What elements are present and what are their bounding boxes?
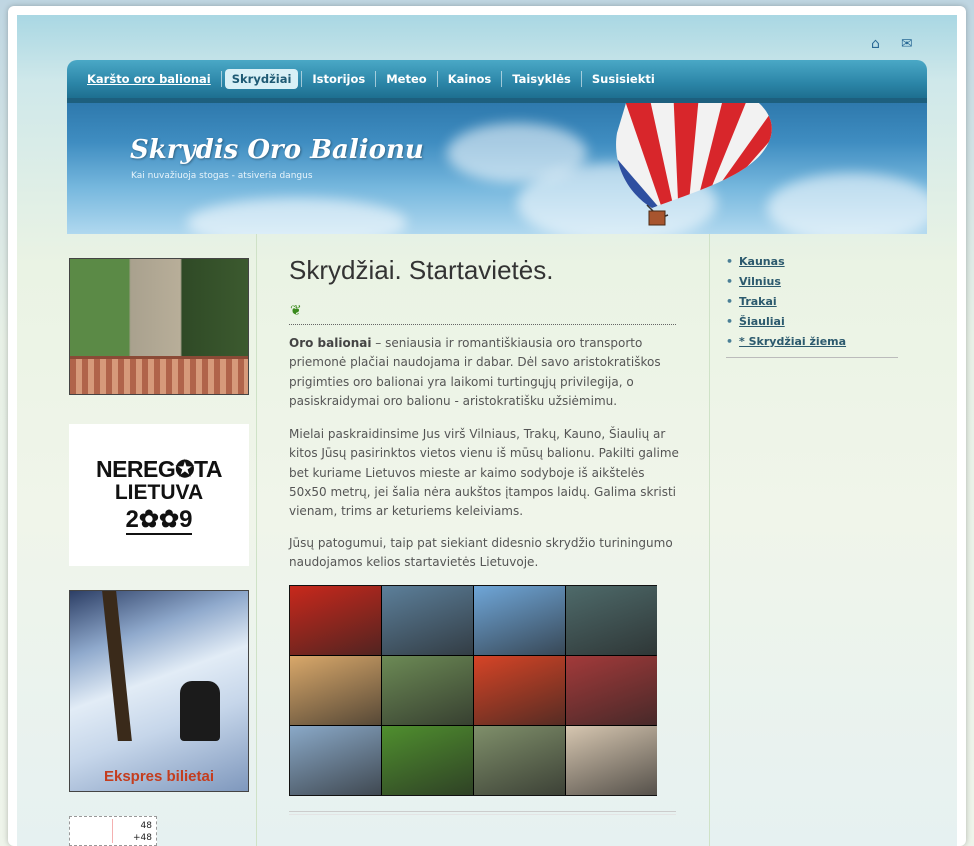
photo-gallery xyxy=(289,585,657,796)
ad-caption: Ekspres bilietai xyxy=(103,768,215,785)
nav-separator xyxy=(220,71,222,87)
gallery-photo[interactable] xyxy=(566,586,657,655)
location-link-label[interactable]: Šiauliai xyxy=(739,315,785,328)
location-link-siauliai[interactable]: Šiauliai xyxy=(726,312,846,332)
top-icons: ⌂ ✉ xyxy=(871,37,917,51)
counter-line-2: +48 xyxy=(133,833,152,843)
location-link-label[interactable]: * Skrydžiai žiema xyxy=(739,335,846,348)
flights-paragraph: Mielai paskraidinsime Jus virš Vilniaus,… xyxy=(289,427,679,519)
gallery-photo[interactable] xyxy=(382,656,473,725)
gallery-photo[interactable] xyxy=(474,656,565,725)
rope xyxy=(102,591,132,741)
page-title: Skrydžiai. Startavietės. xyxy=(289,255,554,285)
home-icon[interactable]: ⌂ xyxy=(871,37,887,51)
left-column-divider xyxy=(256,234,257,846)
header-banner: Skrydis Oro Balionu Kai nuvažiuoja stoga… xyxy=(67,98,927,234)
ekspres-bilietai-banner[interactable]: Ekspres bilietai xyxy=(69,590,249,792)
banner-cloud xyxy=(767,173,927,234)
nav-item-rules[interactable]: Taisyklės xyxy=(505,69,578,89)
nav-separator xyxy=(375,71,377,87)
left-sidebar: NEREG✪TA LIETUVA 2✿✿9 Ekspres bilietai 4… xyxy=(59,234,257,846)
gallery-photo[interactable] xyxy=(474,586,565,655)
nav-item-contact[interactable]: Susisiekti xyxy=(585,69,662,89)
content-bottom-divider xyxy=(289,811,676,815)
gallery-photo[interactable] xyxy=(382,586,473,655)
gallery-photo[interactable] xyxy=(474,726,565,795)
nav-separator xyxy=(501,71,503,87)
right-column-divider xyxy=(709,234,710,846)
site-subtitle: Kai nuvažiuoja stogas - atsiveria dangus xyxy=(131,171,313,181)
neregeta-lietuva-logo[interactable]: NEREG✪TA LIETUVA 2✿✿9 xyxy=(69,424,249,566)
logo-line-3: 2✿✿9 xyxy=(125,505,193,535)
location-link-vilnius[interactable]: Vilnius xyxy=(726,272,846,292)
counter-line-1: 48 xyxy=(140,821,152,831)
gallery-photo[interactable] xyxy=(382,726,473,795)
right-list-divider xyxy=(726,357,898,358)
person-figure xyxy=(180,681,220,741)
right-sidebar: Kaunas Vilnius Trakai Šiauliai * Skrydži… xyxy=(709,234,919,846)
nav-separator xyxy=(580,71,582,87)
logo-line-2: LIETUVA xyxy=(114,480,204,504)
tree-icon: ❦ xyxy=(290,303,302,319)
nav-item-home[interactable]: Karšto oro balionai xyxy=(80,69,218,89)
gallery-photo[interactable] xyxy=(290,586,381,655)
location-link-label[interactable]: Trakai xyxy=(739,295,777,308)
site-title: Skrydis Oro Balionu xyxy=(130,135,424,165)
main-nav: Karšto oro balionai Skrydžiai Istorijos … xyxy=(67,60,927,98)
launch-sites-paragraph: Jūsų patogumui, taip pat siekiant didesn… xyxy=(289,536,673,570)
nav-item-flights[interactable]: Skrydžiai xyxy=(224,69,299,89)
location-links: Kaunas Vilnius Trakai Šiauliai * Skrydži… xyxy=(726,252,846,352)
nav-item-meteo[interactable]: Meteo xyxy=(379,69,433,89)
location-link-label[interactable]: Kaunas xyxy=(739,255,785,268)
nav-separator xyxy=(436,71,438,87)
gallery-photo[interactable] xyxy=(566,656,657,725)
aerial-photo-thumbnail[interactable] xyxy=(69,258,249,395)
location-link-trakai[interactable]: Trakai xyxy=(726,292,846,312)
location-link-kaunas[interactable]: Kaunas xyxy=(726,252,846,272)
title-divider xyxy=(289,324,676,325)
balloon-illustration xyxy=(616,103,772,226)
nav-item-stories[interactable]: Istorijos xyxy=(305,69,372,89)
location-link-winter[interactable]: * Skrydžiai žiema xyxy=(726,332,846,352)
counter-divider xyxy=(112,819,113,843)
gallery-photo[interactable] xyxy=(290,656,381,725)
intro-paragraph: Oro balionai – seniausia ir romantiškiau… xyxy=(289,334,679,411)
logo-line-1: NEREG✪TA xyxy=(95,455,223,482)
basket-rim xyxy=(70,356,248,394)
gallery-photo[interactable] xyxy=(566,726,657,795)
banner-cloud xyxy=(187,198,407,234)
nav-separator xyxy=(301,71,303,87)
gallery-photo[interactable] xyxy=(290,726,381,795)
intro-bold: Oro balionai xyxy=(289,336,372,350)
nav-item-prices[interactable]: Kainos xyxy=(441,69,499,89)
visit-counter[interactable]: 48 +48 xyxy=(69,816,157,846)
location-link-label[interactable]: Vilnius xyxy=(739,275,781,288)
mail-icon[interactable]: ✉ xyxy=(901,37,917,51)
